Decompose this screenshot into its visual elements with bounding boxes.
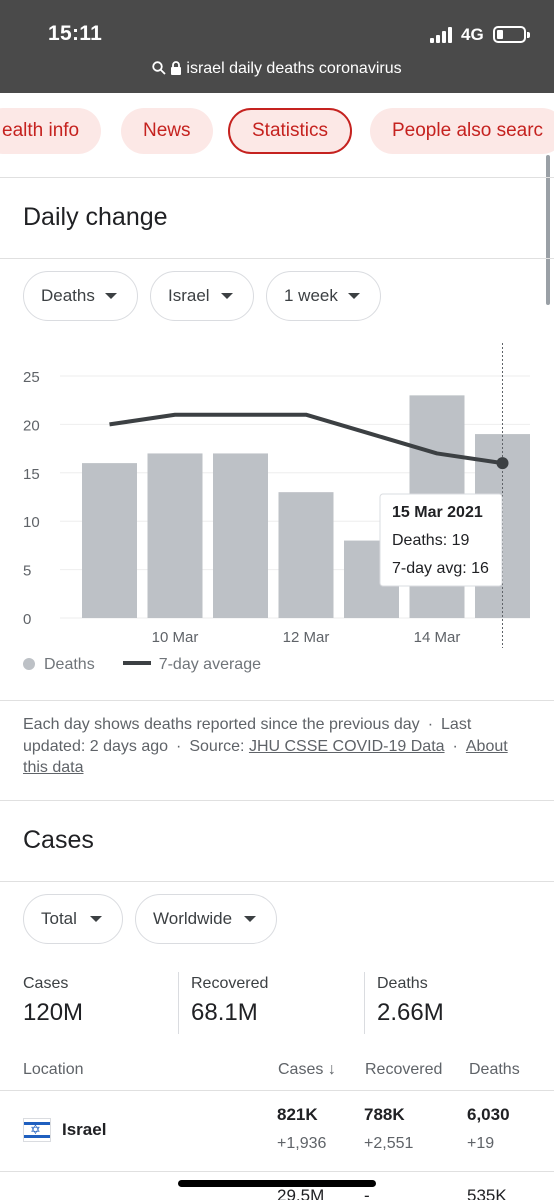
y-tick-label: 10	[23, 514, 40, 531]
chip-health-info[interactable]: ealth info	[0, 108, 102, 154]
chip-people-also-search[interactable]: People also searc	[370, 108, 554, 154]
lock-icon	[171, 61, 182, 75]
stat-deaths: Deaths 2.66M	[377, 975, 444, 1027]
status-time: 15:11	[48, 22, 103, 45]
row-recovered-delta: +2,551	[364, 1135, 414, 1152]
network-type: 4G	[461, 25, 484, 44]
column-header-location[interactable]: Location	[23, 1061, 84, 1079]
x-tick-label: 14 Mar	[414, 629, 461, 646]
divider	[0, 1090, 554, 1091]
tooltip-deaths: Deaths: 19	[392, 532, 469, 549]
location-dropdown[interactable]: Israel	[150, 271, 254, 321]
stat-recovered: Recovered 68.1M	[191, 975, 268, 1027]
y-tick-label: 5	[23, 563, 31, 580]
divider	[0, 881, 554, 882]
arrow-down-icon: ↓	[327, 1061, 336, 1078]
caret-down-icon	[90, 916, 102, 922]
chart-tooltip: 15 Mar 2021 Deaths: 19 7-day avg: 16	[379, 493, 503, 587]
caret-down-icon	[244, 916, 256, 922]
caret-down-icon	[221, 293, 233, 299]
home-indicator[interactable]	[178, 1180, 376, 1187]
highlight-point	[496, 457, 509, 470]
column-header-recovered[interactable]: Recovered	[365, 1061, 442, 1079]
daily-deaths-chart[interactable]: 0 5 10 15 20 25 10 Mar 12 Mar 14 Mar 15 Mar 202…	[0, 340, 554, 655]
signal-icon	[430, 27, 454, 43]
search-icon	[152, 61, 167, 75]
scope-dropdown-label: Worldwide	[153, 909, 233, 928]
row-deaths: 535K	[467, 1186, 507, 1200]
row-deaths-delta: +19	[467, 1135, 495, 1152]
row-cases-delta: +1,936	[277, 1135, 327, 1152]
stat-label: Recovered	[191, 975, 269, 992]
divider	[178, 972, 179, 1034]
chart-footnote: Each day shows deaths reported since the…	[23, 716, 508, 776]
legend-deaths: Deaths	[44, 656, 95, 673]
divider	[0, 258, 554, 259]
total-dropdown-label: Total	[41, 909, 77, 928]
bar-10-mar[interactable]	[147, 453, 203, 618]
stat-label: Deaths	[377, 975, 428, 992]
range-dropdown[interactable]: 1 week	[266, 271, 381, 321]
caret-down-icon	[348, 293, 360, 299]
topic-chips: ealth info News Statistics People also s…	[0, 108, 554, 156]
x-tick-label: 10 Mar	[152, 629, 199, 646]
metric-dropdown-label: Deaths	[41, 286, 95, 305]
row-cases: 821K	[277, 1105, 318, 1124]
column-header-deaths[interactable]: Deaths	[469, 1061, 520, 1079]
line-legend-swatch	[122, 661, 151, 665]
scope-dropdown[interactable]: Worldwide	[135, 894, 277, 944]
total-dropdown[interactable]: Total	[23, 894, 123, 944]
y-tick-label: 25	[23, 369, 40, 386]
range-dropdown-label: 1 week	[284, 286, 338, 305]
bar-11-mar[interactable]	[213, 453, 268, 618]
bar-12-mar[interactable]	[278, 492, 334, 618]
y-tick-label: 0	[23, 611, 31, 628]
row-location[interactable]: Israel	[62, 1120, 106, 1140]
note-text: Each day shows deaths reported since the…	[23, 716, 420, 733]
divider	[0, 800, 554, 801]
divider	[0, 1171, 554, 1172]
chip-statistics[interactable]: Statistics	[228, 108, 353, 154]
tooltip-date: 15 Mar 2021	[392, 504, 483, 521]
source-label: Source:	[189, 737, 245, 755]
row-deaths: 6,030	[467, 1105, 510, 1124]
url-query: israel daily deaths coronavirus	[186, 60, 402, 77]
cases-title: Cases	[23, 826, 94, 854]
divider	[0, 177, 554, 178]
column-header-cases[interactable]: Cases ↓	[278, 1061, 336, 1079]
israel-flag-icon: ✡	[23, 1118, 51, 1142]
browser-top-bar: 15:11 4G israel daily deaths coronavirus	[0, 0, 554, 93]
location-dropdown-label: Israel	[168, 286, 210, 305]
chip-news[interactable]: News	[121, 108, 213, 154]
source-link[interactable]: JHU CSSE COVID-19 Data	[249, 738, 445, 755]
battery-icon	[493, 26, 530, 43]
url-bar[interactable]: israel daily deaths coronavirus	[0, 60, 554, 78]
stat-label: Cases	[23, 975, 69, 992]
y-tick-label: 15	[23, 466, 40, 483]
divider	[364, 972, 365, 1034]
stat-cases: Cases 120M	[23, 975, 83, 1027]
row-recovered: -	[364, 1186, 370, 1200]
y-tick-label: 20	[23, 417, 40, 434]
row-recovered: 788K	[364, 1105, 405, 1124]
metric-dropdown[interactable]: Deaths	[23, 271, 138, 321]
bar-legend-swatch	[23, 658, 35, 670]
divider	[0, 700, 554, 701]
caret-down-icon	[105, 293, 117, 299]
column-header-cases-label: Cases	[278, 1061, 324, 1078]
chart-legend: Deaths 7-day average	[23, 656, 261, 674]
daily-change-title: Daily change	[23, 203, 168, 231]
x-tick-label: 12 Mar	[283, 629, 330, 646]
stat-value: 68.1M	[191, 999, 258, 1026]
bar-9-mar[interactable]	[82, 463, 137, 618]
tooltip-average: 7-day avg: 16	[392, 560, 489, 577]
legend-average: 7-day average	[158, 656, 261, 673]
stat-value: 2.66M	[377, 999, 444, 1026]
stat-value: 120M	[23, 999, 84, 1026]
row-cases: 29.5M	[277, 1186, 325, 1200]
